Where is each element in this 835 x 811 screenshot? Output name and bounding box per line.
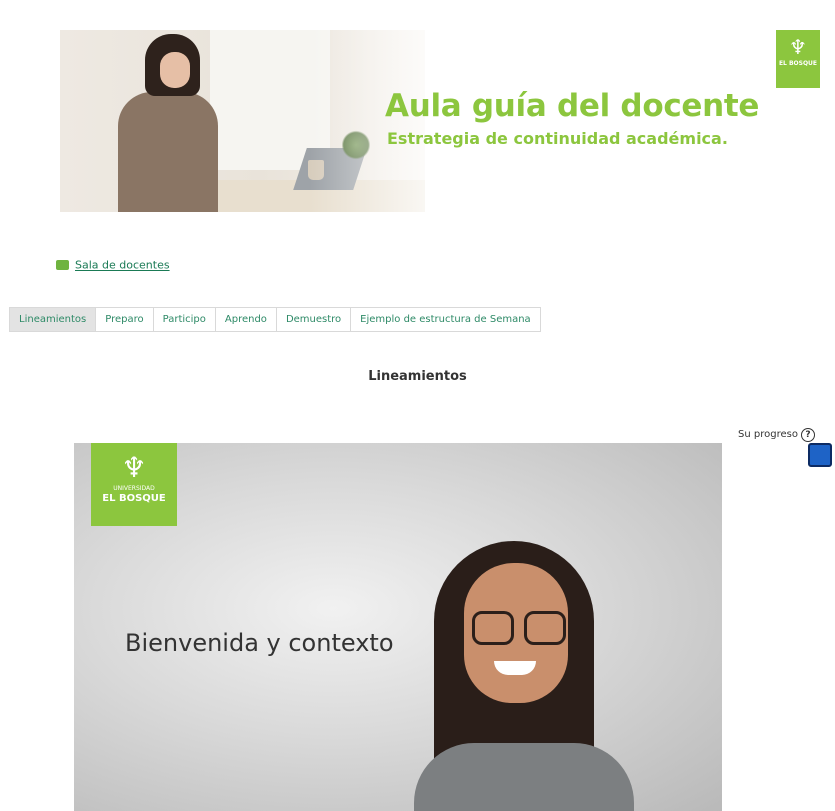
section-title: Lineamientos [368,369,467,384]
banner-title: Aula guía del docente [385,88,760,124]
university-logo-small: ♆ EL BOSQUE [776,30,820,88]
progress-checkbox[interactable] [808,443,832,467]
logo-large-bottom-text: EL BOSQUE [102,493,166,504]
glasses-left-lens [472,611,514,645]
tab-aprendo[interactable]: Aprendo [215,308,277,331]
university-emblem-icon: ♆ [789,35,807,59]
university-emblem-icon: ♆ [121,451,147,484]
tab-lineamientos[interactable]: Lineamientos [10,308,97,331]
forum-icon [56,260,69,270]
video-person-body [414,743,634,811]
tab-preparo[interactable]: Preparo [96,308,154,331]
logo-large-top-text: UNIVERSIDAD [113,485,155,492]
banner-person-face [160,52,190,88]
header-banner: Aula guía del docente Estrategia de cont… [60,30,830,212]
sala-docentes-link[interactable]: Sala de docentes [75,259,170,272]
progress-label-row: Su progreso? [738,428,815,442]
logo-small-text: EL BOSQUE [778,60,818,67]
tab-participo[interactable]: Participo [153,308,216,331]
university-logo-large: ♆ UNIVERSIDAD EL BOSQUE [91,443,177,526]
tab-demuestro[interactable]: Demuestro [276,308,352,331]
banner-subtitle: Estrategia de continuidad académica. [387,129,728,148]
banner-person-body [118,92,218,212]
tab-ejemplo-semana[interactable]: Ejemplo de estructura de Semana [351,308,540,331]
video-heading: Bienvenida y contexto [125,629,394,657]
help-icon[interactable]: ? [800,428,815,442]
section-tabs: Lineamientos Preparo Participo Aprendo D… [9,307,541,332]
welcome-video[interactable]: ♆ UNIVERSIDAD EL BOSQUE Bienvenida y con… [74,443,722,811]
progress-label: Su progreso [738,429,798,440]
glasses-right-lens [524,611,566,645]
sala-docentes-link-row: Sala de docentes [56,258,170,272]
